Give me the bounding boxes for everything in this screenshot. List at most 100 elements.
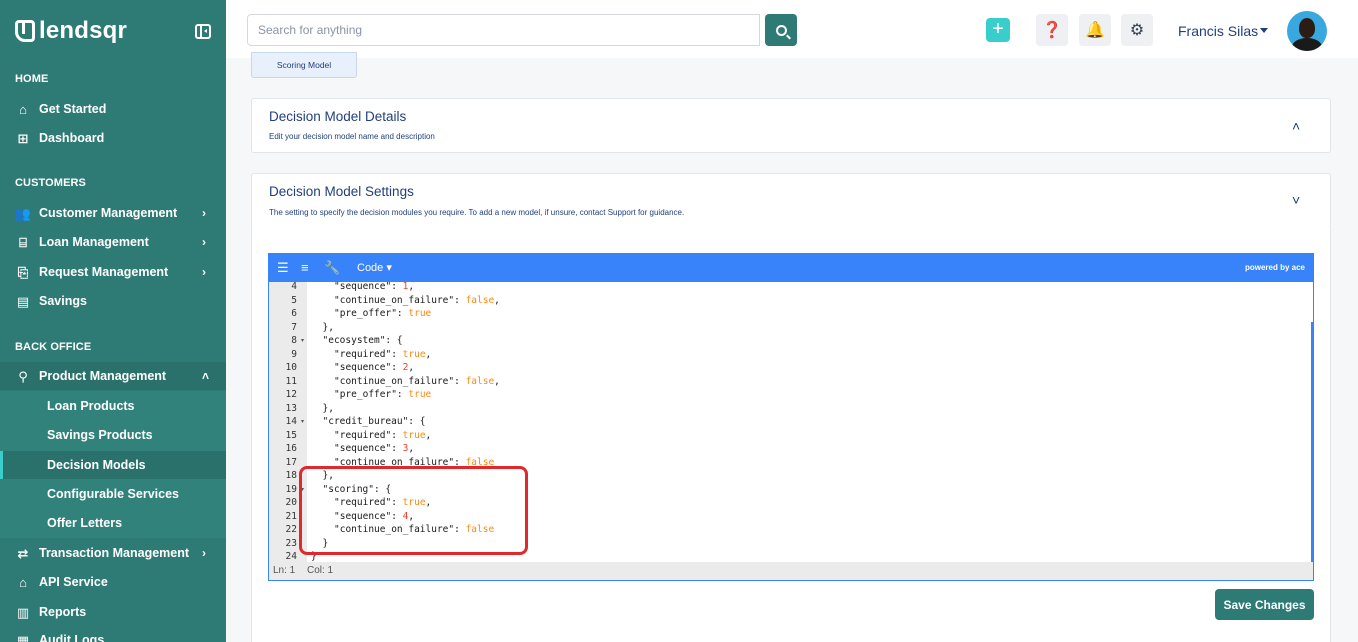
code-token: , [408,362,415,373]
code-token: : [396,308,409,319]
search-button[interactable] [765,14,797,46]
fold-toggle-icon[interactable]: ▾ [301,418,304,425]
dashboard-grid-icon: ⊞ [17,130,29,146]
sidebar-item-audit-logs[interactable]: ▦ Audit Logs [0,626,226,642]
line-number: 4 [291,281,297,292]
code-line: "ecosystem": { [323,334,403,348]
code-token: "required" [334,348,392,360]
code-line: }, [323,321,334,335]
save-changes-button[interactable]: Save Changes [1215,589,1314,620]
sidebar-item-get-started[interactable]: ⌂ Get Started [0,95,226,123]
code-token: "sequence" [334,362,392,373]
sidebar-item-product-management[interactable]: ⚲ Product Management ˄ [0,362,226,390]
editor-toolbar: ☰ ≡ 🔧 Code ▾ powered by ace [269,254,1313,282]
code-token: : { [408,416,426,427]
tab-scoring-model[interactable]: Scoring Model [251,52,357,78]
brand-name: lendsqr [39,17,128,44]
sidebar-item-customer-management[interactable]: 👥 Customer Management › [0,199,226,227]
chevron-up-icon[interactable]: ˄ [1292,118,1300,134]
code-token: : [391,282,403,292]
line-number: 21 [285,510,297,522]
chevron-down-icon[interactable]: ˅ [1292,192,1300,208]
lendsqr-logo-icon [15,20,35,42]
code-token: , [408,443,415,454]
line-number: 18 [285,470,297,481]
sidebar-item-decision-models[interactable]: Decision Models [0,451,226,479]
caret-down-icon[interactable] [1260,28,1268,33]
sidebar-item-label: Audit Logs [39,633,105,642]
code-token: }, [322,321,334,333]
line-number: 23 [285,537,297,549]
sidebar-item-request-management[interactable]: ⎘ Request Management › [0,258,226,286]
section-home: HOME [15,73,49,85]
code-line: "continue_on_failure": false, [334,294,500,308]
sidebar-item-loan-products[interactable]: Loan Products [0,392,226,420]
card-title: Decision Model Settings [269,184,414,199]
card-title: Decision Model Details [269,109,407,124]
code-token: : [391,443,403,454]
code-token: , [494,375,500,387]
card-subtitle: The setting to specify the decision modu… [269,208,685,217]
wrench-icon[interactable]: 🔧 [324,260,340,276]
decision-model-settings-card[interactable]: Decision Model Settings The setting to s… [251,173,1331,228]
code-token: "pre_offer" [334,308,397,319]
sidebar-item-label: Product Management [39,369,167,383]
sidebar-item-label: Transaction Management [39,546,190,560]
code-line: "required": true, [334,348,431,362]
editor-statusbar: Ln: 1 Col: 1 [269,562,1313,580]
sidebar-item-savings[interactable]: ▤ Savings [0,287,226,315]
search-icon [775,24,787,36]
api-building-icon: ⌂ [19,574,27,590]
decision-model-details-card[interactable]: Decision Model Details Edit your decisio… [251,98,1331,153]
gear-icon[interactable]: ⚙ [1121,14,1153,46]
request-icon: ⎘ [17,264,29,280]
format-icon[interactable]: ☰ [277,260,289,276]
compact-icon[interactable]: ≡ [301,260,309,275]
code-token: "pre_offer" [334,389,397,400]
avatar-head [1299,18,1315,38]
sidebar-item-configurable-services[interactable]: Configurable Services [0,480,226,508]
sidebar-item-dashboard[interactable]: ⊞ Dashboard [0,124,226,152]
sidebar-item-savings-products[interactable]: Savings Products [0,421,226,449]
code-token: "required" [334,429,392,441]
code-token: : [391,429,403,441]
code-line: "continue_on_failure": false, [334,375,500,389]
editor-scrollbar[interactable] [1311,322,1313,562]
section-customers: CUSTOMERS [15,177,86,189]
sidebar-item-label: Reports [39,605,87,619]
sidebar-collapse-icon[interactable] [195,24,211,39]
section-back-office: BACK OFFICE [15,341,92,353]
home-icon: ⌂ [19,101,27,117]
sidebar-item-label: Savings Products [47,428,153,442]
code-token: , [408,282,415,292]
search-input[interactable]: Search for anything [247,14,760,46]
plus-icon[interactable]: + [986,18,1010,42]
mode-select[interactable]: Code ▾ [357,261,392,274]
powered-by: powered by ace [1244,263,1305,272]
reports-icon: ▥ [16,604,30,620]
code-token: : { [385,335,403,346]
sidebar-item-offer-letters[interactable]: Offer Letters [0,509,226,537]
code-line: "required": true, [334,429,431,443]
products-icon: ⚲ [18,368,28,384]
sidebar-item-label: Configurable Services [47,487,179,501]
code-token: : [391,362,403,373]
sidebar-item-reports[interactable]: ▥ Reports [0,598,226,626]
transaction-icon: ⇄ [17,545,29,561]
brand-logo[interactable]: lendsqr [15,17,128,44]
help-book-icon[interactable]: ❓ [1036,14,1068,46]
sidebar-item-label: Decision Models [47,458,146,472]
sidebar-item-api-service[interactable]: ⌂ API Service [0,568,226,596]
sidebar-item-transaction-management[interactable]: ⇄ Transaction Management › [0,539,226,567]
code-token: false [465,375,495,387]
code-token: , [425,348,432,360]
line-number: 5 [291,294,297,306]
avatar[interactable] [1287,11,1327,51]
fold-toggle-icon[interactable]: ▾ [301,337,304,344]
line-number: 22 [285,524,297,535]
bell-icon[interactable]: 🔔 [1079,14,1111,46]
code-token: "ecosystem" [322,335,386,346]
sidebar-item-label: Savings [39,294,87,308]
user-name[interactable]: Francis Silas [1178,23,1258,39]
sidebar-item-loan-management[interactable]: ⌸ Loan Management › [0,228,226,256]
